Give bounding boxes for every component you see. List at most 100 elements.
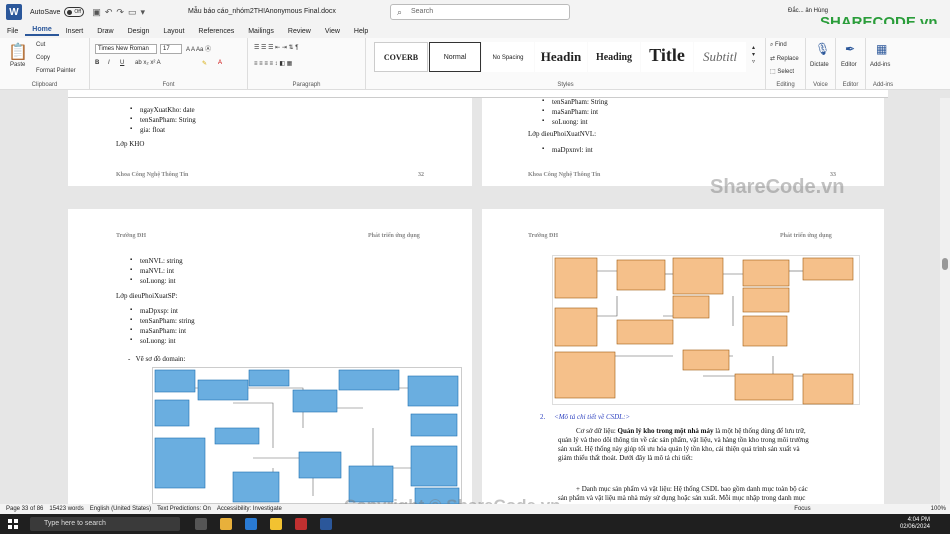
paste-icon[interactable]: 📋 <box>8 42 28 62</box>
style-subtitle[interactable]: Subtitl <box>694 42 746 72</box>
font-size-select[interactable]: 17 <box>160 44 182 54</box>
tab-help[interactable]: Help <box>347 28 375 35</box>
find-button[interactable]: ⌕ Find <box>770 42 787 49</box>
class-heading: Lớp dieuPhoiXuatSP: <box>116 292 178 300</box>
tab-mailings[interactable]: Mailings <box>241 28 281 35</box>
page-count[interactable]: Page 33 of 86 <box>6 506 43 512</box>
paragraph-line: sản xuất. Hệ thống này giúp tối ưu hóa q… <box>558 445 800 453</box>
page-34: Trường ĐH Phát triển ứng dụng tenNVL: st… <box>68 209 472 505</box>
style-heading1[interactable]: Headin <box>535 42 587 72</box>
paragraph-label: Paragraph <box>292 82 321 88</box>
format-painter-button[interactable]: Format Painter <box>36 68 76 74</box>
style-normal[interactable]: Normal <box>429 42 481 72</box>
search-input[interactable]: ⌕ Search <box>390 4 570 20</box>
tab-draw[interactable]: Draw <box>90 28 120 35</box>
text-predictions[interactable]: Text Predictions: On <box>157 506 211 512</box>
dictate-button[interactable]: Dictate <box>810 62 829 68</box>
addins-grid-icon[interactable]: ▦ <box>876 42 887 56</box>
word-count[interactable]: 15423 words <box>49 506 83 512</box>
style-no-spacing[interactable]: No Spacing <box>482 42 534 72</box>
styles-group: COVERB Normal No Spacing Headin Heading … <box>366 38 766 90</box>
tab-references[interactable]: References <box>191 28 241 35</box>
taskbar-search[interactable]: Type here to search <box>30 517 180 531</box>
focus-button[interactable]: Focus <box>794 506 810 512</box>
copy-button[interactable]: Copy <box>36 55 50 61</box>
tab-design[interactable]: Design <box>121 28 157 35</box>
page-footer-number: 32 <box>418 172 424 178</box>
voice-group: 🎙 Dictate Voice <box>806 38 836 90</box>
autosave-toggle[interactable]: Off <box>64 7 85 17</box>
tab-insert[interactable]: Insert <box>59 28 91 35</box>
accessibility-status[interactable]: Accessibility: Investigate <box>217 506 282 512</box>
chrome-icon[interactable] <box>220 518 232 530</box>
language[interactable]: English (United States) <box>90 506 151 512</box>
list-item: maSanPham: int <box>130 327 186 335</box>
paragraph-line: + Danh mục sản phẩm và vật liệu: Hệ thốn… <box>576 485 808 493</box>
replace-button[interactable]: ⇄ Replace <box>770 55 799 62</box>
paste-button[interactable]: Paste <box>10 62 25 68</box>
quick-access-icons[interactable]: ▣↶↷▭▾ <box>92 7 149 18</box>
list-item: tenSanPham: String <box>542 98 608 106</box>
paragraph-group: ☰ ☰ ☰ ⇤ ⇥ ⇅ ¶ ≡ ≡ ≡ ≡ ↕ ◧ ▦ Paragraph <box>248 38 366 90</box>
addins-button[interactable]: Add-ins <box>870 62 890 68</box>
highlight-icon[interactable]: ✎ <box>202 60 207 67</box>
menu-bar: File Home Insert Draw Design Layout Refe… <box>0 24 950 38</box>
styles-scroll-icon[interactable]: ▴ ▾ ▿ <box>752 44 755 65</box>
class-heading: Lớp KHO <box>116 140 145 148</box>
style-title[interactable]: Title <box>641 42 693 72</box>
taskbar: Type here to search 4:04 PM 02/06/2024 <box>0 514 950 534</box>
font-color-icon[interactable]: A <box>218 60 222 66</box>
bold-icon[interactable]: B <box>95 60 99 66</box>
vertical-scrollbar[interactable] <box>940 98 950 504</box>
tab-review[interactable]: Review <box>281 28 318 35</box>
list-item: tenSanPham: string <box>130 317 195 325</box>
cut-button[interactable]: Cut <box>36 42 45 48</box>
style-coverb[interactable]: COVERB <box>374 42 428 72</box>
editing-label: Editing <box>776 82 795 88</box>
editor-label: Editor <box>842 82 859 88</box>
file-explorer-icon[interactable] <box>270 518 282 530</box>
voice-label: Voice <box>813 82 828 88</box>
tab-view[interactable]: View <box>318 28 347 35</box>
list-item: tenNVL: string <box>130 257 182 265</box>
scrollbar-thumb[interactable] <box>942 258 948 270</box>
list-item: soLuong: int <box>130 337 175 345</box>
style-heading2[interactable]: Heading <box>588 42 640 72</box>
recorder-icon[interactable] <box>295 518 307 530</box>
font-name-select[interactable]: Times New Roman <box>95 44 157 54</box>
word-taskbar-icon[interactable] <box>320 518 332 530</box>
addins-label: Add-ins <box>872 82 894 88</box>
clipboard-label: Clipboard <box>31 82 58 88</box>
section-title: <Mô tả chi tiết về CSDL:> <box>554 413 631 421</box>
page-header-right: Phát triển ứng dụng <box>368 233 420 239</box>
section-number: 2. <box>540 413 546 421</box>
text-effects-icons[interactable]: ab x₂ x² A <box>135 60 161 66</box>
italic-icon[interactable]: I <box>108 60 110 66</box>
font-size-icons[interactable]: A A Aa Ⓐ <box>186 44 211 53</box>
list-item: soLuong: int <box>542 118 587 126</box>
domain-diagram <box>152 367 462 505</box>
tab-home[interactable]: Home <box>25 26 59 36</box>
zoom-level[interactable]: 100% <box>931 506 946 512</box>
clipboard-group: 📋 Paste Cut Copy Format Painter Clipboar… <box>0 38 90 90</box>
editor-pen-icon[interactable]: ✒ <box>845 42 855 56</box>
microphone-icon[interactable]: 🎙 <box>815 42 830 56</box>
list-item: maDpxsp: int <box>130 307 178 315</box>
page-header-left: Trường ĐH <box>528 233 558 239</box>
windows-start-icon[interactable] <box>8 519 18 529</box>
system-clock[interactable]: 4:04 PM 02/06/2024 <box>900 517 930 531</box>
horizontal-ruler[interactable] <box>68 90 888 98</box>
align-icons[interactable]: ≡ ≡ ≡ ≡ ↕ ◧ ▦ <box>254 60 292 67</box>
tab-file[interactable]: File <box>0 28 25 35</box>
page-35: Trường ĐH Phát triển ứng dụng 2. <Mô tả … <box>482 209 884 504</box>
vscode-icon[interactable] <box>245 518 257 530</box>
editor-button[interactable]: Editor <box>841 62 857 68</box>
list-item: maDpxnvl: int <box>542 146 593 154</box>
list-item: maNVL: int <box>130 267 174 275</box>
search-icon: ⌕ <box>397 7 403 17</box>
tab-layout[interactable]: Layout <box>156 28 191 35</box>
task-view-icon[interactable] <box>195 518 207 530</box>
select-button[interactable]: ⬚ Select <box>770 68 794 75</box>
list-icons[interactable]: ☰ ☰ ☰ ⇤ ⇥ ⇅ ¶ <box>254 44 298 51</box>
underline-icon[interactable]: U <box>120 60 124 66</box>
